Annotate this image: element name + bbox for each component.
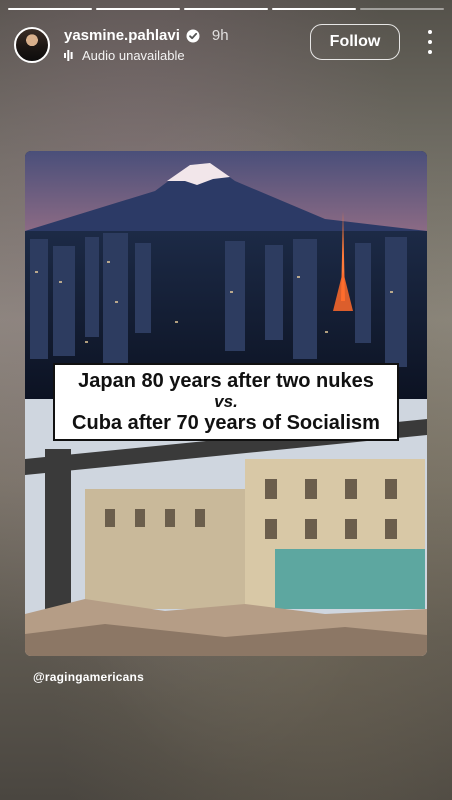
caption-line-2: vs.	[214, 392, 238, 411]
caption-line-3: Cuba after 70 years of Socialism	[72, 412, 380, 434]
progress-segment	[96, 8, 180, 10]
post-card[interactable]: Japan 80 years after two nukes vs. Cuba …	[25, 151, 427, 656]
more-vertical-icon[interactable]	[422, 30, 438, 54]
progress-segment	[272, 8, 356, 10]
username[interactable]: yasmine.pahlavi	[64, 27, 180, 44]
menu-dot	[428, 30, 432, 34]
follow-button[interactable]: Follow	[310, 24, 400, 60]
story-meta: yasmine.pahlavi 9h Audio unavailable	[64, 27, 229, 63]
menu-dot	[428, 50, 432, 54]
progress-segment	[360, 8, 444, 10]
caption-box: Japan 80 years after two nukes vs. Cuba …	[53, 363, 399, 441]
source-handle[interactable]: @ragingamericans	[33, 670, 144, 684]
audio-status: Audio unavailable	[82, 48, 185, 63]
story-progress	[8, 8, 444, 10]
story-header: yasmine.pahlavi 9h Audio unavailable Fol…	[14, 20, 438, 70]
progress-segment	[8, 8, 92, 10]
avatar[interactable]	[14, 27, 50, 63]
caption-line-1: Japan 80 years after two nukes	[78, 370, 374, 392]
username-row: yasmine.pahlavi 9h	[64, 27, 229, 44]
audio-bars-icon	[64, 50, 73, 61]
post-time: 9h	[211, 27, 229, 44]
audio-row: Audio unavailable	[64, 48, 229, 63]
menu-dot	[428, 40, 432, 44]
progress-segment	[184, 8, 268, 10]
verified-badge-icon	[186, 29, 200, 42]
